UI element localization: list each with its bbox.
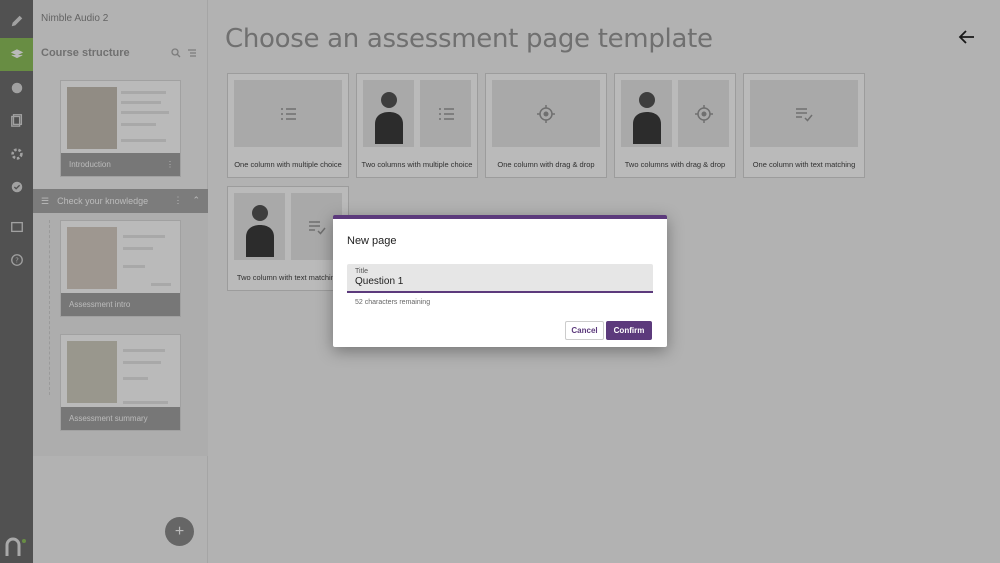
confirm-button[interactable]: Confirm <box>606 321 652 340</box>
dialog-title: New page <box>347 235 397 247</box>
new-page-dialog: New page Title 52 characters remaining C… <box>333 215 667 347</box>
title-input[interactable] <box>355 276 645 287</box>
title-field: Title <box>347 264 653 293</box>
cancel-button[interactable]: Cancel <box>565 321 604 340</box>
title-field-label: Title <box>355 268 368 275</box>
characters-remaining: 52 characters remaining <box>355 299 431 306</box>
